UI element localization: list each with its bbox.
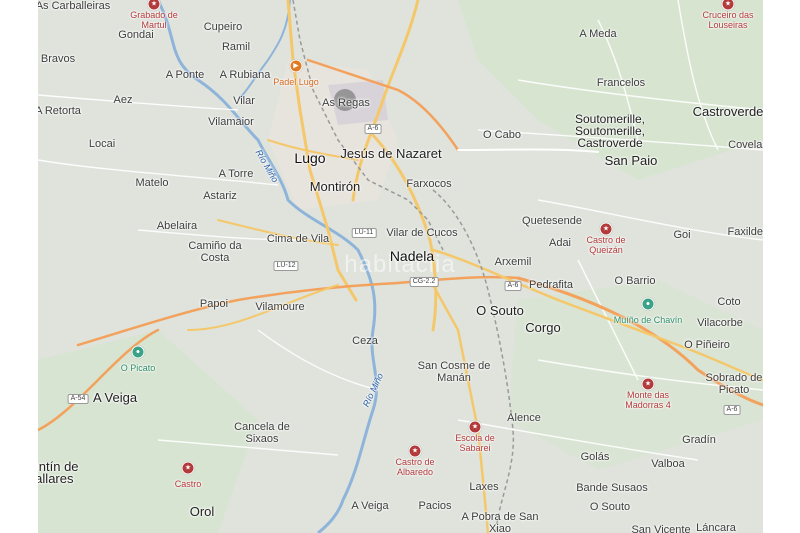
place-label-ceza: Ceza [352,335,378,347]
poi-label[interactable]: Monte das Madorras 4 [613,390,683,410]
place-label-a-veiga: A Veiga [92,390,138,405]
place-label-alence: Alence [507,412,541,424]
poi-label[interactable]: Castro de Albaredo [380,457,450,477]
place-label-coto: Coto [717,296,741,308]
place-label-jes-s-de-nazaret: Jesús de Nazaret [340,146,442,161]
place-label-laxes: Laxes [469,481,499,493]
road-shield: CG-2.2 [409,277,439,287]
place-label-o-pi-eiro: O Piñeiro [684,339,730,351]
road-shield: A-6 [504,281,522,291]
place-label-vilamoure: Vilamoure [255,301,305,313]
place-label-goi: Goi [673,229,691,241]
place-label-pacios: Pacios [418,500,452,512]
place-label-a-meda: A Meda [579,28,617,40]
star-icon[interactable]: ★ [147,0,161,11]
pin-icon[interactable]: ● [641,297,655,311]
place-label-nadela: Nadela [389,248,435,264]
star-icon[interactable]: ★ [599,222,613,236]
place-label-covelas: Covelas [728,139,763,151]
place-label-matelo: Matelo [135,177,169,189]
poi-label[interactable]: Castro de Queizán [571,235,641,255]
place-label-ramil: Ramil [221,41,251,53]
place-label-francelos: Francelos [596,77,646,89]
poi-label[interactable]: Cruceiro das Louseiras [693,10,763,30]
place-label-orol: Orol [189,504,215,519]
road-shield: LU-12 [273,261,299,271]
place-label-o-cabo: O Cabo [483,129,521,141]
star-icon[interactable]: ★ [408,444,422,458]
place-label-gol-s: Golás [580,451,610,463]
place-label-o-souto: O Souto [476,303,524,318]
place-label-o-barrio: O Barrio [614,275,656,287]
play-icon[interactable]: ▶ [289,59,303,73]
place-label-aez: Aez [113,94,133,106]
place-label-abelaira: Abelaira [156,220,198,232]
star-icon[interactable]: ★ [721,0,735,11]
place-label-papoi: Papoi [199,298,229,310]
place-label-soutomerille-soutomerille-castroverde: Soutomerille, Soutomerille, Castroverde [574,112,646,150]
place-label-astariz: Astariz [203,190,237,202]
place-label-as-carballeiras: As Carballeiras [38,0,111,12]
place-label-montir-n: Montirón [309,179,361,194]
place-label-l-ncara: Láncara [696,522,736,533]
place-label-san-vicente: San Vicente [631,524,691,533]
place-label-grad-n: Gradín [682,434,716,446]
place-label-as-regas: As Regas [322,97,370,109]
place-label-locai: Locai [88,138,116,150]
place-label-adai: Adai [548,237,572,249]
star-icon[interactable]: ★ [641,377,655,391]
place-label-bande-susaos: Bande Susaos [576,482,648,494]
place-label-vilacorbe: Vilacorbe [697,317,743,329]
place-label-farxocos: Farxocos [406,178,452,190]
poi-label[interactable]: Grabado de Martul [119,10,189,30]
place-label-san-cosme-de-man-n: San Cosme de Manán [417,360,491,384]
road-shield: A-6 [364,124,382,134]
place-label-pedrafita: Pedrafita [528,279,574,291]
place-label-o-souto: O Souto [589,501,631,513]
place-label-qunt-n-de-pallares: Quntín de Pallares [38,459,79,486]
star-icon[interactable]: ★ [181,461,195,475]
place-label-sobrado-de-picato: Sobrado de Picato [705,372,763,396]
place-label-valboa: Valboa [651,458,685,470]
place-label-vilar-de-cucos: Vilar de Cucos [386,227,458,239]
road-shield: A-6 [723,405,741,415]
place-label-vilar: Vilar [233,95,255,107]
place-label-bravos: Bravos [40,53,76,65]
map-canvas[interactable]: habitaclia As Carballeiras Gondai Cupeiro R… [38,0,763,533]
poi-label[interactable]: Muíño de Chavín [613,315,683,325]
star-icon[interactable]: ★ [468,420,482,434]
place-label-a-torre: A Torre [218,168,254,180]
place-label-arxemil: Arxemil [494,256,532,268]
poi-label[interactable]: Padel Lugo [261,77,331,87]
place-label-gondai: Gondai [118,29,154,41]
place-label-a-pobra-de-san-xiao: A Pobra de San Xiao [461,511,539,533]
place-label-cupeiro: Cupeiro [203,21,243,33]
place-label-castroverde: Castroverde [692,104,763,119]
place-label-lugo: Lugo [294,150,326,166]
place-label-faxildes: Faxildes [727,226,763,238]
place-label-cima-de-vila: Cima de Vila [266,233,330,245]
place-label-a-ponte: A Ponte [165,69,205,81]
place-label-corgo: Corgo [525,320,561,335]
pin-icon[interactable]: ● [131,345,145,359]
place-label-a-veiga: A Veiga [351,500,389,512]
road-shield: LU-11 [351,228,377,238]
poi-label[interactable]: Castro [153,479,223,489]
place-label-a-retorta: A Retorta [38,105,81,117]
place-label-cami-o-da-costa: Camiño da Costa [188,240,242,264]
road-shield: A-54 [67,394,89,404]
place-label-san-paio: San Paio [604,153,658,168]
place-label-vilamaior: Vilamaior [208,116,254,128]
place-label-cancela-de-sixaos: Cancela de Sixaos [234,421,290,445]
poi-label[interactable]: O Picato [103,363,173,373]
poi-label[interactable]: Escola de Sabarei [440,433,510,453]
place-label-quetesende: Quetesende [522,215,582,227]
